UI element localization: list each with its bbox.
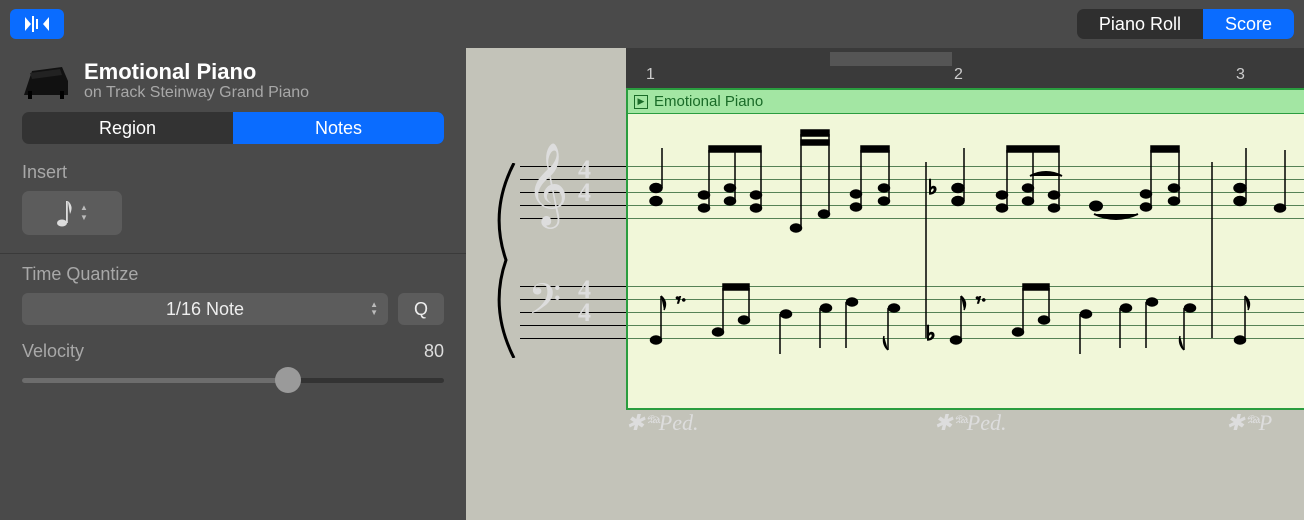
main-area: Emotional Piano on Track Steinway Grand … <box>0 48 1304 520</box>
segment-region[interactable]: Region <box>22 112 233 144</box>
pedal-mark: ✱𝆮Ped. <box>626 410 698 436</box>
segment-notes[interactable]: Notes <box>233 112 444 144</box>
slider-thumb[interactable] <box>275 367 301 393</box>
catch-playhead-icon <box>23 15 51 33</box>
instrument-thumbnail <box>22 61 70 101</box>
region-header: Emotional Piano on Track Steinway Grand … <box>22 60 444 102</box>
insert-stepper-icon: ▲▼ <box>80 204 88 222</box>
view-toggle: Piano Roll Score <box>1077 9 1294 39</box>
chevron-updown-icon: ▲▼ <box>370 301 378 317</box>
region-clip-header[interactable]: ▶ Emotional Piano <box>628 90 1304 114</box>
play-icon: ▶ <box>634 95 648 109</box>
velocity-label: Velocity <box>22 341 84 362</box>
grand-staff-brace <box>484 163 524 358</box>
pedal-mark: ✱𝆮P <box>1226 410 1272 436</box>
region-clip-name: Emotional Piano <box>654 93 763 110</box>
velocity-slider[interactable] <box>22 366 444 394</box>
cycle-range[interactable] <box>830 52 952 66</box>
score-region-clip[interactable]: ▶ Emotional Piano <box>626 88 1304 410</box>
time-quantize-select[interactable]: 1/16 Note ▲▼ <box>22 293 388 325</box>
velocity-value: 80 <box>424 341 444 362</box>
inspector-panel: Emotional Piano on Track Steinway Grand … <box>0 48 466 520</box>
time-quantize-value: 1/16 Note <box>166 299 244 320</box>
eighth-note-icon <box>56 198 74 228</box>
pedal-mark: ✱𝆮Ped. <box>934 410 1006 436</box>
inspector-segment: Region Notes <box>22 112 444 144</box>
catch-playhead-button[interactable] <box>10 9 64 39</box>
region-title: Emotional Piano <box>84 60 309 84</box>
score-area: 1 2 3 ▶ Emotional Piano <box>466 48 1304 520</box>
time-quantize-label: Time Quantize <box>22 264 444 285</box>
ruler-tick: 3 <box>1236 66 1245 84</box>
tab-score[interactable]: Score <box>1203 9 1294 39</box>
editor-header: Piano Roll Score <box>0 0 1304 48</box>
ruler-tick: 2 <box>954 66 963 84</box>
region-subtitle: on Track Steinway Grand Piano <box>84 84 309 102</box>
quantize-button[interactable]: Q <box>398 293 444 325</box>
bass-clef-icon: 𝄢 <box>528 280 561 332</box>
time-signature-bass: 44 <box>578 278 591 325</box>
ruler-tick: 1 <box>646 66 655 84</box>
insert-note-value[interactable]: ▲▼ <box>22 191 122 235</box>
tab-piano-roll[interactable]: Piano Roll <box>1077 9 1203 39</box>
slider-fill <box>22 378 288 383</box>
treble-clef-icon: 𝄞 <box>526 148 569 220</box>
bar-ruler[interactable]: 1 2 3 <box>626 48 1304 88</box>
insert-label: Insert <box>22 162 444 183</box>
divider <box>0 253 466 254</box>
time-signature-treble: 44 <box>578 158 591 205</box>
